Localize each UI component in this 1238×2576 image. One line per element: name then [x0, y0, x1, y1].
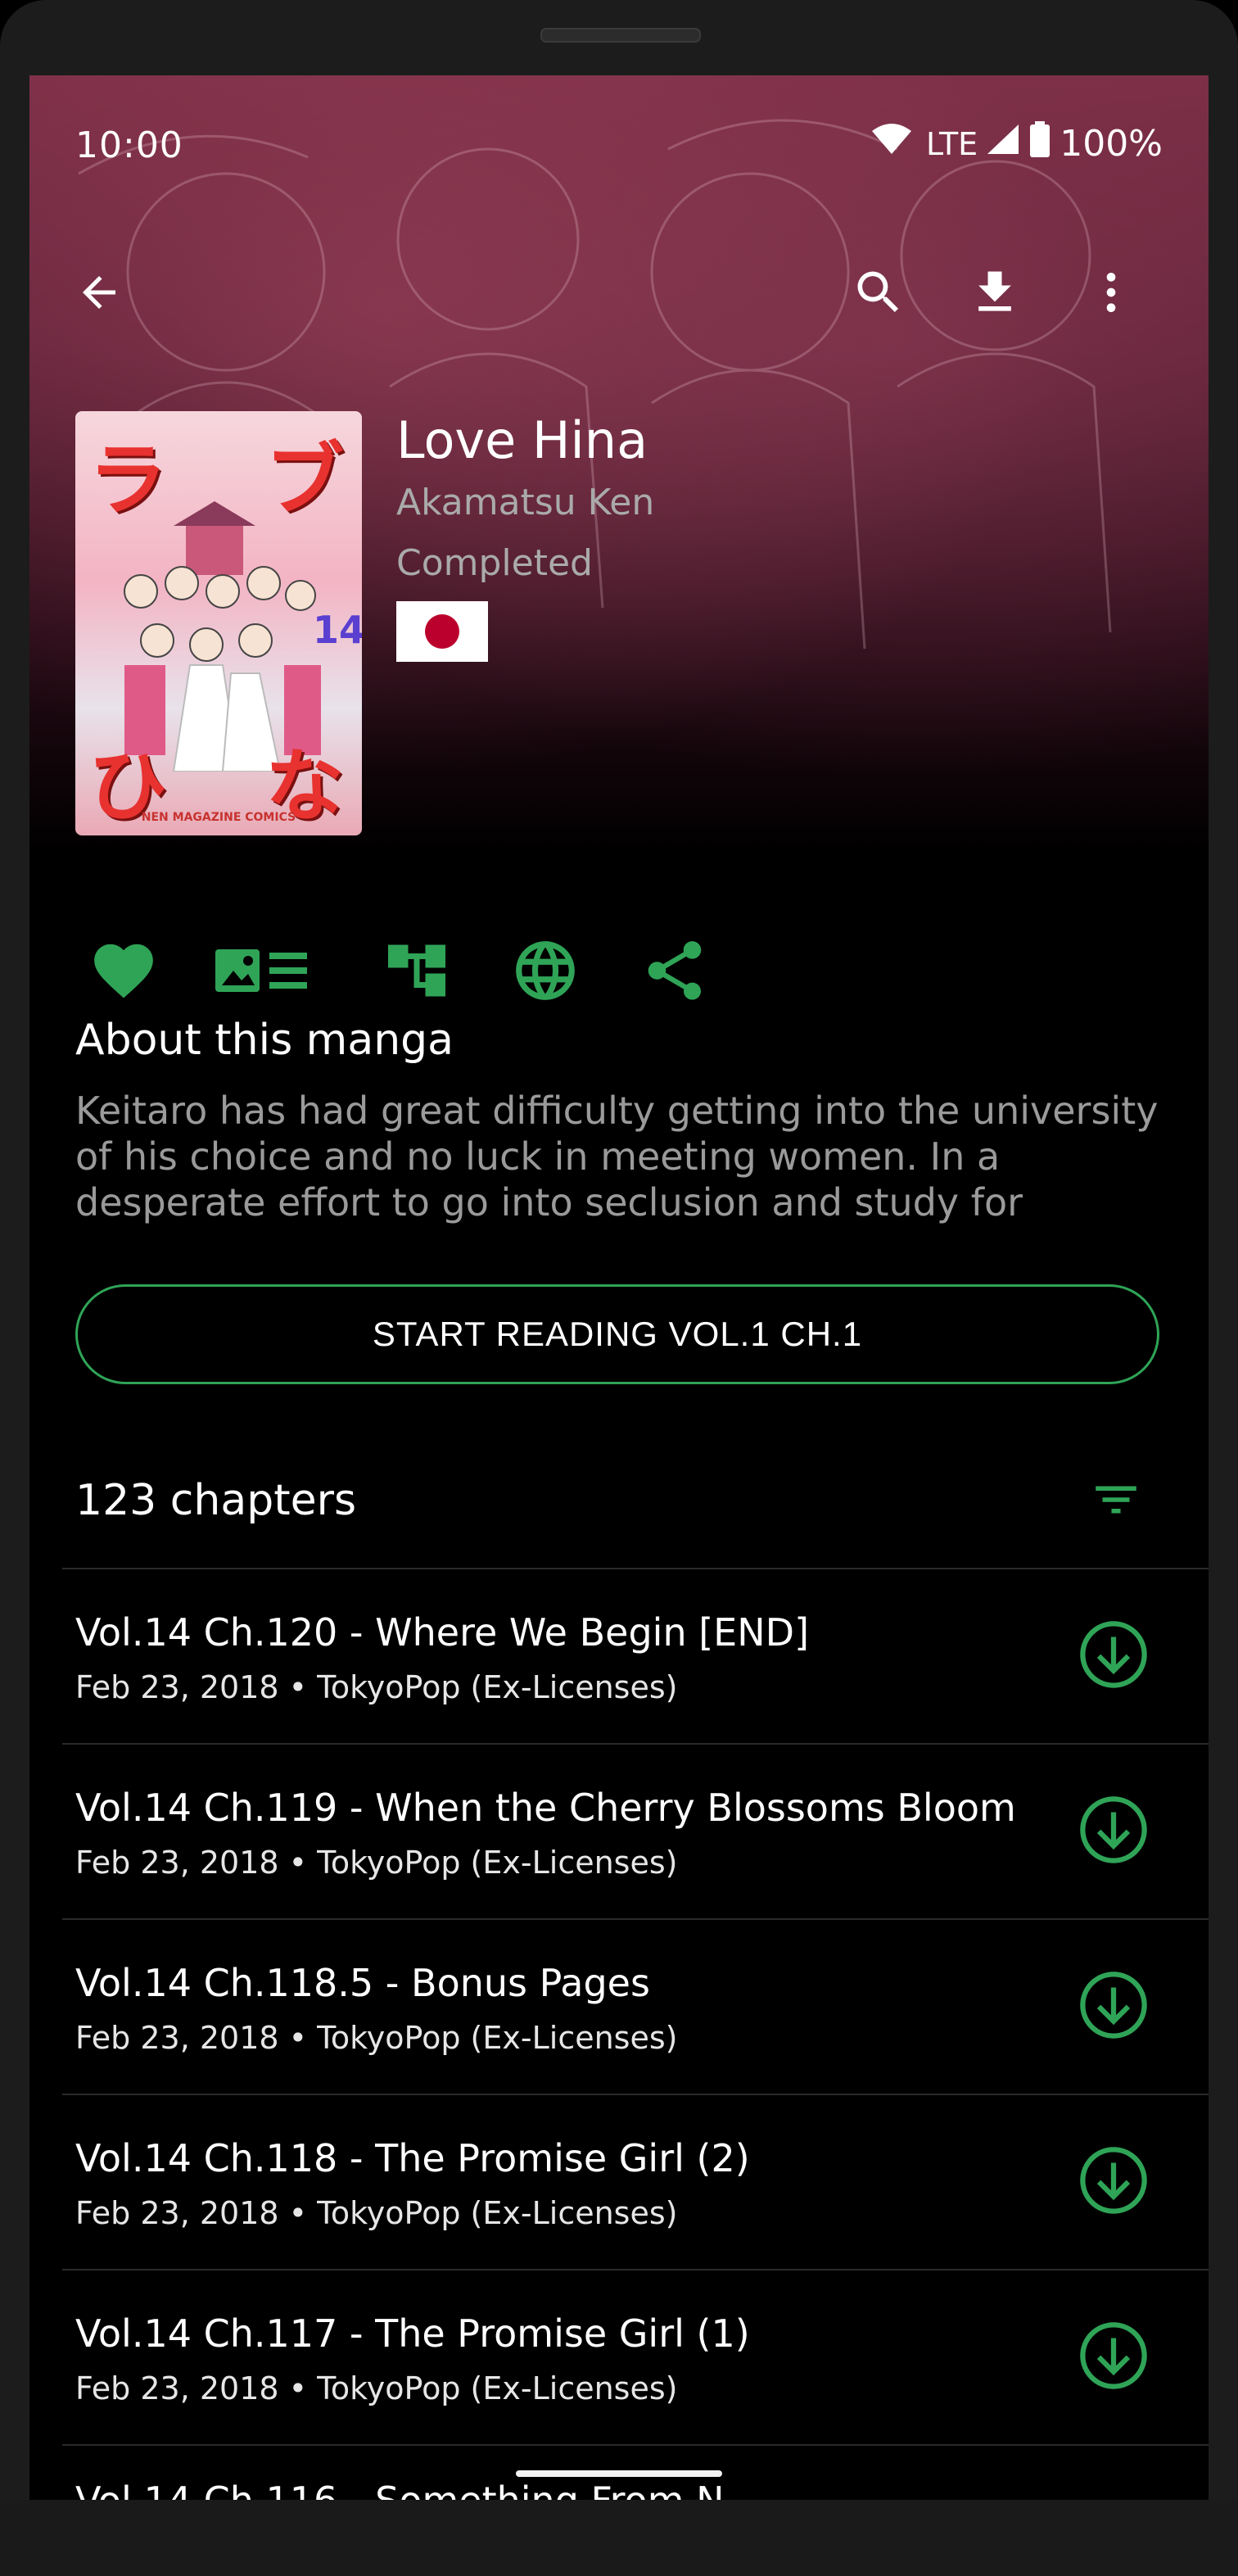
download-circle-icon	[1078, 1619, 1149, 1693]
chapter-meta: Feb 23, 2018 • TokyoPop (Ex-Licenses)	[75, 2370, 678, 2406]
chapter-meta: Feb 23, 2018 • TokyoPop (Ex-Licenses)	[75, 1669, 678, 1705]
chapter-title: Vol.14 Ch.119 - When the Cherry Blossoms…	[75, 1786, 1016, 1830]
chapter-title: Vol.14 Ch.116 - Something From N...	[75, 2479, 760, 2500]
manga-author[interactable]: Akamatsu Ken	[396, 472, 654, 534]
chapter-title: Vol.14 Ch.120 - Where We Begin [END]	[75, 1610, 810, 1655]
chapter-row[interactable]: Vol.14 Ch.120 - Where We Begin [END] Feb…	[62, 1568, 1209, 1743]
tracking-button[interactable]	[372, 927, 462, 1017]
about-heading: About this manga	[75, 1016, 454, 1065]
chapter-row[interactable]: Vol.14 Ch.119 - When the Cherry Blossoms…	[62, 1743, 1209, 1918]
chapter-meta: Feb 23, 2018 • TokyoPop (Ex-Licenses)	[75, 2195, 678, 2231]
favorite-icon	[88, 935, 159, 1009]
more-vert-icon	[1085, 266, 1137, 322]
download-circle-icon	[1078, 1970, 1149, 2044]
cover-volume-number: 14	[313, 608, 362, 652]
back-button[interactable]	[62, 257, 136, 331]
more-options-button[interactable]	[1074, 257, 1148, 331]
favorite-button[interactable]	[79, 927, 169, 1017]
start-reading-button[interactable]: START READING VOL.1 CH.1	[75, 1284, 1159, 1384]
chapter-row[interactable]: Vol.14 Ch.117 - The Promise Girl (1) Feb…	[62, 2269, 1209, 2444]
chapter-row[interactable]: Vol.14 Ch.118 - The Promise Girl (2) Feb…	[62, 2094, 1209, 2269]
signal-icon	[986, 123, 1020, 165]
web-icon	[510, 935, 581, 1009]
chapter-list-icon	[214, 944, 310, 1000]
chapter-count: 123 chapters	[75, 1476, 357, 1525]
chapter-download-button[interactable]	[1076, 1794, 1151, 1869]
network-type: LTE	[926, 125, 978, 162]
wifi-icon	[870, 123, 913, 165]
download-circle-icon	[1078, 2145, 1149, 2219]
cover-imprint: NEN MAGAZINE COMICS	[141, 811, 296, 824]
chapter-title: Vol.14 Ch.118.5 - Bonus Pages	[75, 1961, 650, 2005]
home-indicator[interactable]	[516, 2470, 722, 2477]
filter-icon	[1089, 1473, 1143, 1530]
filter-button[interactable]	[1079, 1465, 1153, 1538]
chapter-title: Vol.14 Ch.118 - The Promise Girl (2)	[75, 2136, 750, 2180]
manga-title: Love Hina	[396, 410, 648, 470]
chapter-download-button[interactable]	[1076, 2144, 1151, 2220]
status-time: 10:00	[75, 124, 183, 166]
manga-info: Love Hina Akamatsu Ken Completed	[396, 411, 654, 662]
web-button[interactable]	[500, 927, 590, 1017]
status-bar: 10:00 LTE 100%	[29, 75, 1209, 174]
phone-frame: 10:00 LTE 100% ラ ブ 14 ひ な NEN MAGAZINE C…	[0, 0, 1238, 2576]
share-icon	[639, 935, 710, 1009]
manga-status: Completed	[396, 542, 593, 584]
app-screen: 10:00 LTE 100% ラ ブ 14 ひ な NEN MAGAZINE C…	[29, 75, 1209, 2500]
battery-icon	[1028, 121, 1051, 166]
chapter-download-button[interactable]	[1076, 1618, 1151, 1694]
share-button[interactable]	[630, 927, 720, 1017]
chapter-download-button[interactable]	[1076, 1969, 1151, 2044]
status-icons: LTE 100%	[870, 121, 1163, 166]
download-circle-icon	[1078, 2320, 1149, 2394]
download-circle-icon	[1078, 1795, 1149, 1868]
chapter-meta: Feb 23, 2018 • TokyoPop (Ex-Licenses)	[75, 1845, 678, 1881]
search-button[interactable]	[842, 257, 915, 331]
phone-bottom-bezel	[0, 2500, 1238, 2576]
action-bar	[29, 927, 1209, 1017]
download-icon	[967, 265, 1023, 324]
tracking-icon	[382, 936, 451, 1008]
chapter-title: Vol.14 Ch.117 - The Promise Girl (1)	[75, 2311, 750, 2356]
phone-speaker	[540, 28, 701, 43]
about-description[interactable]: Keitaro has had great difficulty getting…	[75, 1088, 1164, 1225]
manga-cover[interactable]: ラ ブ 14 ひ な NEN MAGAZINE COMICS	[75, 411, 362, 835]
arrow-back-icon	[75, 268, 124, 320]
battery-percent: 100%	[1060, 123, 1163, 165]
chapter-row[interactable]: Vol.14 Ch.118.5 - Bonus Pages Feb 23, 20…	[62, 1918, 1209, 2094]
search-icon	[851, 265, 906, 324]
chapter-list-button[interactable]	[205, 927, 319, 1017]
japan-flag-icon	[396, 601, 488, 662]
chapter-list: Vol.14 Ch.120 - Where We Begin [END] Feb…	[62, 1568, 1209, 2500]
chapter-download-button[interactable]	[1076, 2320, 1151, 2395]
download-button[interactable]	[958, 257, 1032, 331]
chapter-meta: Feb 23, 2018 • TokyoPop (Ex-Licenses)	[75, 2020, 678, 2056]
